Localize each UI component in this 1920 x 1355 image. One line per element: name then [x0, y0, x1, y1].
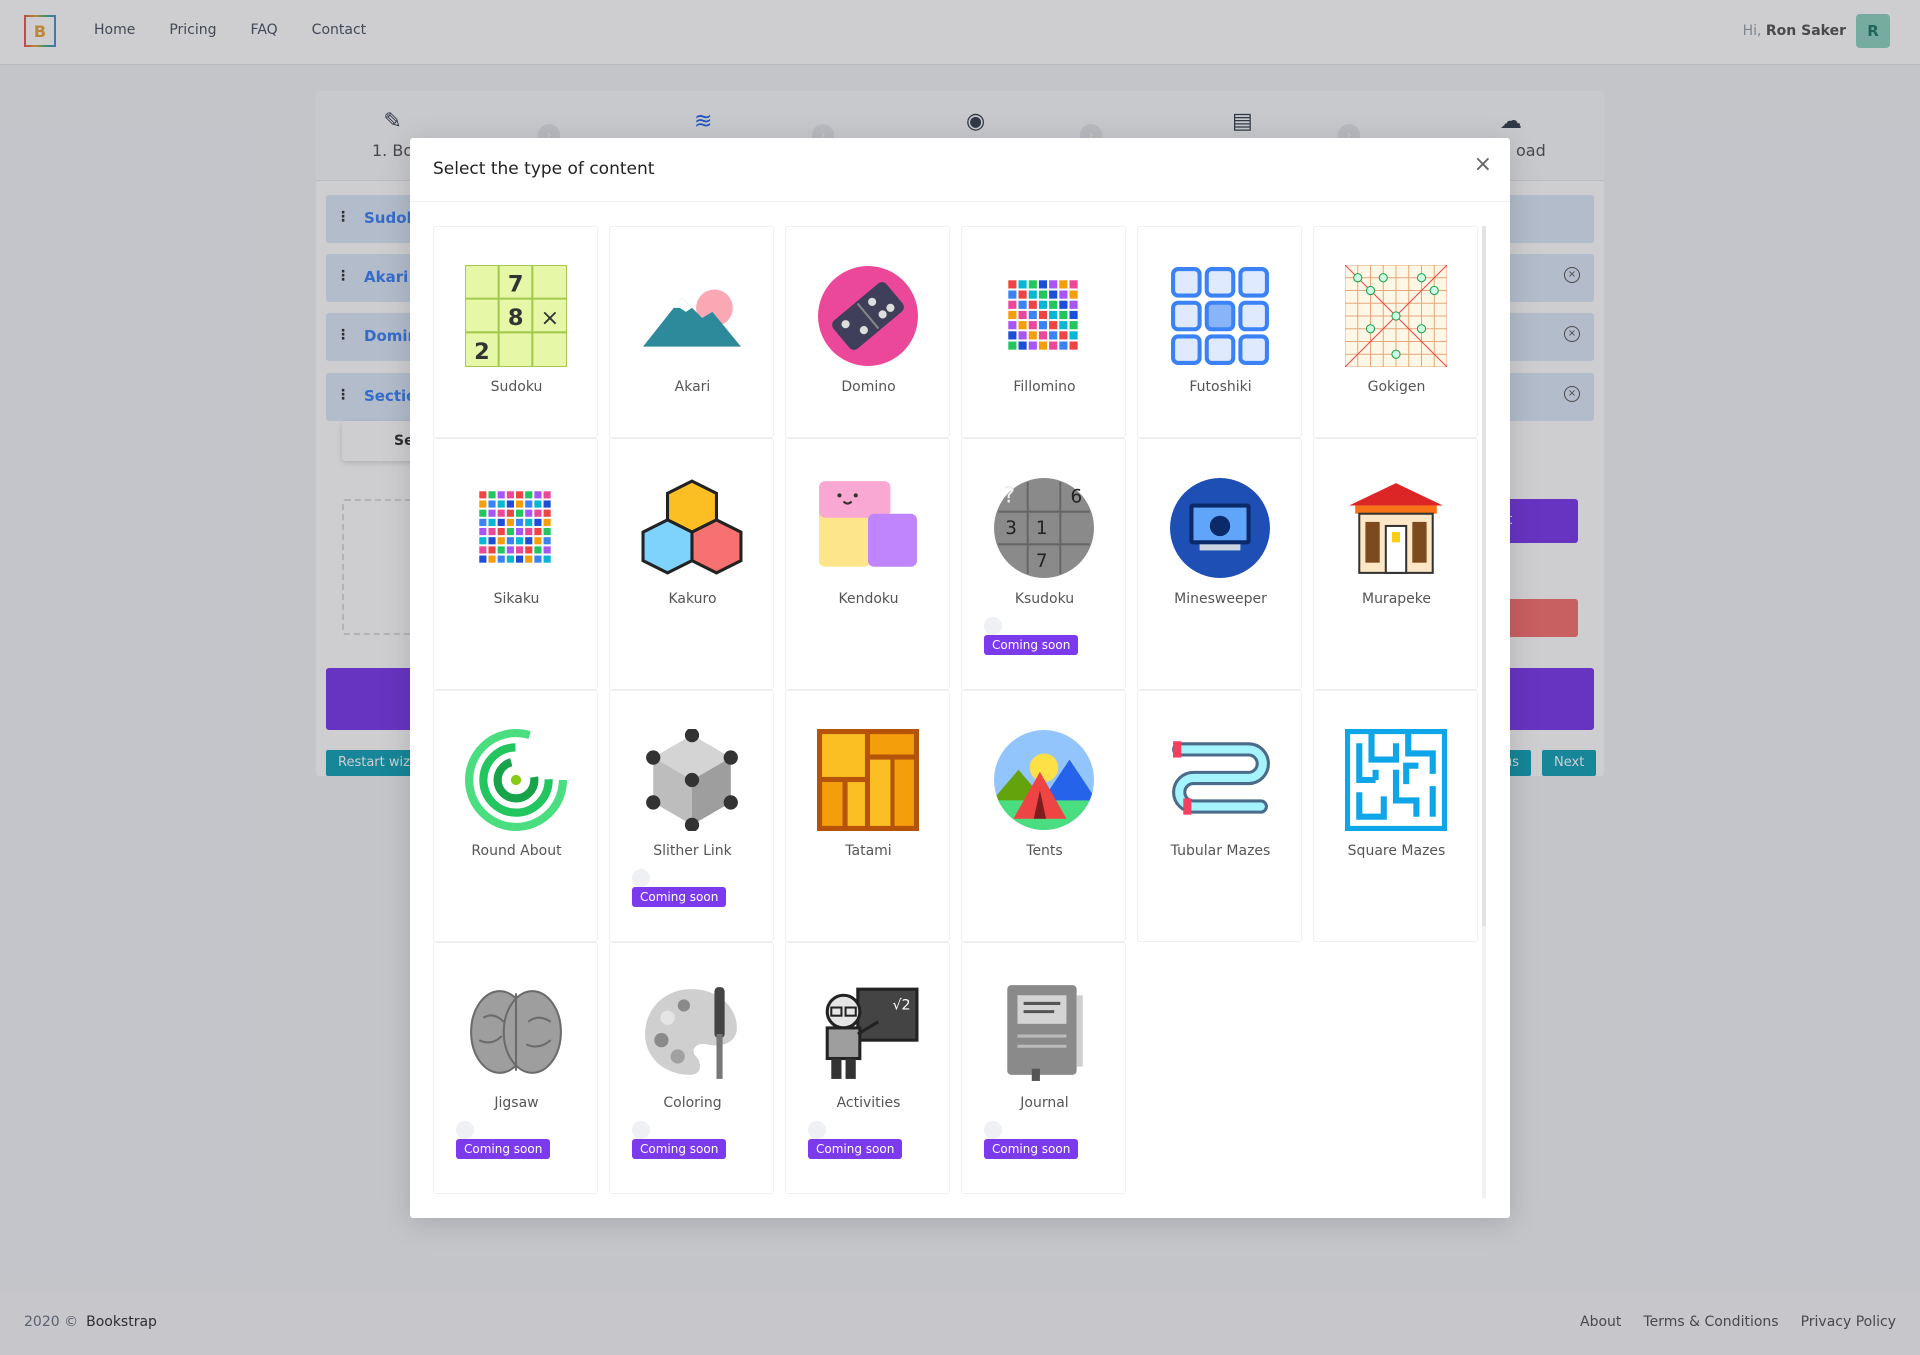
blocks-icon: [817, 477, 919, 579]
svg-text:1: 1: [1036, 518, 1048, 539]
content-type-name: Square Mazes: [1347, 843, 1446, 859]
radio-placeholder: [456, 1121, 474, 1139]
radio-placeholder: [984, 617, 1002, 635]
content-type-modal: Select the type of content × 7 8 2 × Sudoku A…: [410, 138, 1510, 1218]
coming-soon-badge: Coming soon: [984, 635, 1079, 655]
circular-maze-icon: [465, 729, 567, 831]
ksudoku-icon: ? 6 3 1 7: [993, 477, 1095, 579]
content-type-name: Slither Link: [653, 843, 732, 859]
content-type-name: Domino: [841, 379, 896, 395]
content-type-name: Tents: [1026, 843, 1063, 859]
content-type-card[interactable]: Domino: [785, 226, 950, 438]
content-type-name: Round About: [471, 843, 562, 859]
svg-text:3: 3: [1005, 518, 1017, 539]
content-type-card[interactable]: Sikaku: [433, 438, 598, 690]
svg-text:?: ?: [1003, 483, 1015, 509]
content-type-name: Akari: [674, 379, 711, 395]
radio-placeholder: [808, 1121, 826, 1139]
coming-soon-badge: Coming soon: [632, 887, 727, 907]
svg-text:×: ×: [540, 305, 559, 331]
content-type-card[interactable]: Minesweeper: [1137, 438, 1302, 690]
svg-text:√2: √2: [892, 998, 910, 1014]
svg-text:7: 7: [1036, 551, 1048, 572]
tatami-icon: [817, 729, 919, 831]
content-type-card[interactable]: 7 8 2 × Sudoku: [433, 226, 598, 438]
content-type-card[interactable]: √2 Activities Coming soon: [785, 942, 950, 1194]
content-type-card[interactable]: Gokigen: [1313, 226, 1478, 438]
content-type-name: Jigsaw: [494, 1095, 539, 1111]
coming-soon-badge: Coming soon: [632, 1139, 727, 1159]
content-type-name: Tatami: [845, 843, 892, 859]
sudoku-icon: 7 8 2 ×: [463, 263, 569, 369]
mountain-sun-icon: [641, 265, 743, 367]
diagonal-grid-icon: [1344, 264, 1448, 368]
temple-icon: [1345, 477, 1447, 579]
content-type-name: Minesweeper: [1174, 591, 1267, 607]
content-type-card[interactable]: Slither Link Coming soon: [609, 690, 774, 942]
brain-icon: [465, 981, 567, 1083]
content-type-card[interactable]: Fillomino: [961, 226, 1126, 438]
svg-text:6: 6: [1071, 487, 1083, 508]
cubes-icon: [641, 477, 743, 579]
content-type-name: Tubular Mazes: [1170, 843, 1271, 859]
mine-monitor-icon: [1169, 477, 1271, 579]
content-type-name: Coloring: [663, 1095, 722, 1111]
content-type-card[interactable]: Murapeke: [1313, 438, 1478, 690]
content-type-card[interactable]: Kendoku: [785, 438, 950, 690]
content-type-card[interactable]: ? 6 3 1 7 Ksudoku Coming soon: [961, 438, 1126, 690]
tent-icon: [993, 729, 1095, 831]
tube-maze-icon: [1169, 729, 1271, 831]
content-type-name: Gokigen: [1367, 379, 1426, 395]
pixel-grid-icon: [465, 477, 567, 579]
content-type-name: Ksudoku: [1014, 591, 1075, 607]
content-type-name: Journal: [1020, 1095, 1069, 1111]
coming-soon-badge: Coming soon: [984, 1139, 1079, 1159]
svg-text:2: 2: [474, 339, 490, 365]
content-type-card[interactable]: Tatami: [785, 690, 950, 942]
svg-text:7: 7: [508, 272, 524, 298]
content-type-name: Kakuro: [668, 591, 717, 607]
coming-soon-badge: Coming soon: [808, 1139, 903, 1159]
radio-placeholder: [632, 1121, 650, 1139]
content-type-card[interactable]: Kakuro: [609, 438, 774, 690]
content-type-name: Fillomino: [1013, 379, 1076, 395]
content-type-card[interactable]: Jigsaw Coming soon: [433, 942, 598, 1194]
content-type-card[interactable]: Round About: [433, 690, 598, 942]
radio-placeholder: [632, 869, 650, 887]
content-type-name: Futoshiki: [1189, 379, 1252, 395]
notebook-icon: [993, 981, 1095, 1083]
modal-header: Select the type of content ×: [410, 138, 1510, 202]
content-type-name: Kendoku: [838, 591, 899, 607]
content-type-card[interactable]: Square Mazes: [1313, 690, 1478, 942]
linked-squares-icon: [1169, 265, 1271, 367]
hexagon-nodes-icon: [641, 727, 743, 833]
svg-text:8: 8: [508, 305, 524, 331]
content-type-card[interactable]: Futoshiki: [1137, 226, 1302, 438]
color-grid-icon: [993, 265, 1095, 367]
palette-icon: [641, 981, 743, 1083]
coming-soon-badge: Coming soon: [456, 1139, 551, 1159]
content-type-name: Sudoku: [490, 379, 543, 395]
content-type-card[interactable]: Tubular Mazes: [1137, 690, 1302, 942]
domino-icon: [817, 265, 919, 367]
content-type-name: Murapeke: [1361, 591, 1431, 607]
scrollbar-thumb[interactable]: [1482, 226, 1486, 926]
square-maze-icon: [1343, 727, 1449, 833]
content-type-card[interactable]: Coloring Coming soon: [609, 942, 774, 1194]
content-type-card[interactable]: Journal Coming soon: [961, 942, 1126, 1194]
modal-scrollbar[interactable]: [1482, 226, 1486, 1198]
modal-title: Select the type of content: [433, 159, 655, 179]
content-type-card[interactable]: Tents: [961, 690, 1126, 942]
close-icon[interactable]: ×: [1474, 154, 1492, 176]
radio-placeholder: [984, 1121, 1002, 1139]
content-type-name: Sikaku: [493, 591, 540, 607]
teacher-icon: √2: [817, 981, 919, 1083]
content-type-name: Activities: [836, 1095, 901, 1111]
content-type-card[interactable]: Akari: [609, 226, 774, 438]
